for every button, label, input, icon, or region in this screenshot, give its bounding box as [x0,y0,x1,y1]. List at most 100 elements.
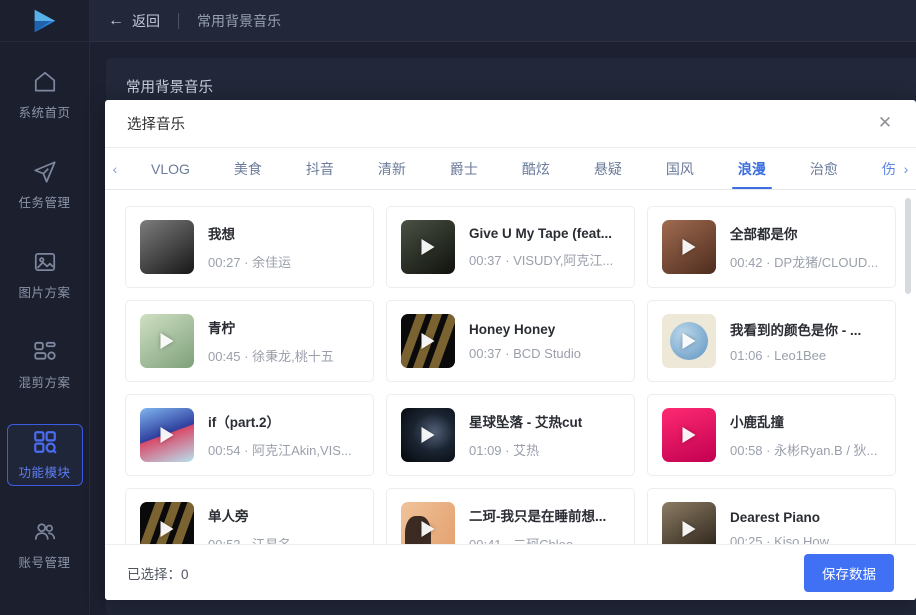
chevron-left-icon[interactable]: ‹ [105,148,125,189]
tab-sad[interactable]: 伤感 [860,148,896,189]
tab-vlog[interactable]: VLOG [129,148,212,189]
sidebar-item-image-plan[interactable]: 图片方案 [7,244,83,306]
play-icon[interactable] [160,427,174,443]
sidebar-item-tasks[interactable]: 任务管理 [7,154,83,216]
tab-fresh[interactable]: 清新 [356,148,428,189]
track-title: 我想 [208,227,235,242]
track-meta: 00:25 · Kiso How [730,533,829,545]
tab-romantic[interactable]: 浪漫 [716,148,788,189]
page-title: 常用背景音乐 [126,80,213,96]
sidebar-item-function-modules[interactable]: 功能模块 [6,424,83,486]
select-music-dialog: 选择音乐 ✕ ‹ VLOG 美食 抖音 清新 爵士 酷炫 悬疑 国风 浪漫 治愈… [105,100,916,600]
music-card[interactable]: 小鹿乱撞 00:58 · 永彬Ryan.B / 狄... [647,394,896,476]
tab-food[interactable]: 美食 [212,148,284,189]
album-thumbnail [401,220,455,274]
back-button-label: 返回 [132,12,160,29]
tab-suspense[interactable]: 悬疑 [572,148,644,189]
app-logo[interactable] [0,0,89,42]
music-list-scrollbar[interactable] [905,198,911,294]
music-list: 我想 00:27 · 余佳运 Give U My Tape (feat... 0… [105,190,916,544]
tab-label: 清新 [377,160,406,177]
play-icon[interactable] [421,521,435,537]
dialog-footer: 已选择：0 保存数据 [105,544,916,600]
music-card-body: 二珂-我只是在睡前想... 00:41 · 二珂Chloe [469,505,620,544]
play-icon[interactable] [682,427,696,443]
album-thumbnail [662,408,716,462]
music-card-body: 小鹿乱撞 00:58 · 永彬Ryan.B / 狄... [730,411,881,459]
music-card-body: 单人旁 00:53 · 江易名 [208,505,359,544]
track-title: 星球坠落 - 艾热cut [469,415,583,430]
tab-label: 伤感 [881,160,896,177]
dialog-title: 选择音乐 [127,117,185,133]
album-thumbnail [140,220,194,274]
album-thumbnail [401,502,455,544]
topbar: ← 返回 常用背景音乐 [90,0,916,42]
play-icon[interactable] [160,333,174,349]
music-card[interactable]: Honey Honey 00:37 · BCD Studio [386,300,635,382]
play-icon[interactable] [421,427,435,443]
track-title: 全部都是你 [730,227,798,242]
save-button[interactable]: 保存数据 [804,553,894,592]
music-card[interactable]: if（part.2） 00:54 · 阿克江Akin,VIS... [125,394,374,476]
music-card[interactable]: 星球坠落 - 艾热cut 01:09 · 艾热 [386,394,635,476]
music-card-body: Give U My Tape (feat... 00:37 · VISUDY,阿… [469,226,620,269]
album-thumbnail [140,502,194,544]
music-card-body: 青柠 00:45 · 徐秉龙,桃十五 [208,317,359,365]
play-icon[interactable] [160,521,174,537]
track-meta: 01:09 · 艾热 [469,443,540,458]
play-icon[interactable] [682,239,696,255]
play-icon[interactable] [421,333,435,349]
tab-healing[interactable]: 治愈 [788,148,860,189]
track-meta: 00:37 · VISUDY,阿克江... [469,252,614,268]
track-title: Honey Honey [469,321,556,337]
music-card[interactable]: 我想 00:27 · 余佳运 [125,206,374,288]
track-meta: 00:58 · 永彬Ryan.B / 狄... [730,443,878,458]
tab-label: 抖音 [305,160,334,177]
music-card-body: Dearest Piano 00:25 · Kiso How [730,510,881,545]
play-icon[interactable] [682,521,696,537]
selected-count-label: 已选择：0 [127,566,189,582]
album-thumbnail [662,502,716,544]
music-card[interactable]: 单人旁 00:53 · 江易名 [125,488,374,544]
tab-guofeng[interactable]: 国风 [644,148,716,189]
sidebar-item-label: 账号管理 [18,556,71,570]
music-card[interactable]: 二珂-我只是在睡前想... 00:41 · 二珂Chloe [386,488,635,544]
dialog-header: 选择音乐 ✕ [105,100,916,148]
music-card[interactable]: Give U My Tape (feat... 00:37 · VISUDY,阿… [386,206,635,288]
sidebar-item-label: 系统首页 [18,106,71,120]
music-card[interactable]: 青柠 00:45 · 徐秉龙,桃十五 [125,300,374,382]
breadcrumb-title: 常用背景音乐 [197,12,281,29]
play-icon[interactable] [421,239,435,255]
track-title: 小鹿乱撞 [730,415,784,430]
track-title: 青柠 [208,321,235,336]
tab-label: 悬疑 [593,160,622,177]
sidebar-item-home[interactable]: 系统首页 [7,64,83,126]
track-title: 单人旁 [208,509,249,524]
logo-play-icon [34,9,55,32]
tabs-track: VLOG 美食 抖音 清新 爵士 酷炫 悬疑 国风 浪漫 治愈 伤感 清 [125,148,896,189]
music-card-body: 我看到的颜色是你 - ... 01:06 · Leo1Bee [730,319,881,363]
tab-label: VLOG [151,160,190,177]
album-thumbnail [662,314,716,368]
sidebar-item-mix-plan[interactable]: 混剪方案 [7,334,83,396]
back-button[interactable]: ← 返回 [108,11,160,31]
tab-jazz[interactable]: 爵士 [428,148,500,189]
chevron-right-icon[interactable]: › [896,148,916,189]
track-title: Give U My Tape (feat... [469,225,613,241]
home-icon [34,71,55,92]
music-card[interactable]: 全部都是你 00:42 · DP龙猪/CLOUD... [647,206,896,288]
track-meta: 00:45 · 徐秉龙,桃十五 [208,349,334,364]
play-icon[interactable] [682,333,696,349]
tab-cool[interactable]: 酷炫 [500,148,572,189]
category-tabbar: ‹ VLOG 美食 抖音 清新 爵士 酷炫 悬疑 国风 浪漫 治愈 伤感 清 › [105,148,916,190]
music-card[interactable]: Dearest Piano 00:25 · Kiso How [647,488,896,544]
users-icon [34,523,55,540]
close-icon[interactable]: ✕ [874,113,896,135]
tab-label: 爵士 [449,160,478,177]
music-card-body: if（part.2） 00:54 · 阿克江Akin,VIS... [208,411,359,459]
music-card[interactable]: 我看到的颜色是你 - ... 01:06 · Leo1Bee [647,300,896,382]
grid-icon [33,431,57,454]
sidebar-item-accounts[interactable]: 账号管理 [7,514,83,576]
sidebar-item-label: 混剪方案 [18,376,71,390]
tab-douyin[interactable]: 抖音 [284,148,356,189]
